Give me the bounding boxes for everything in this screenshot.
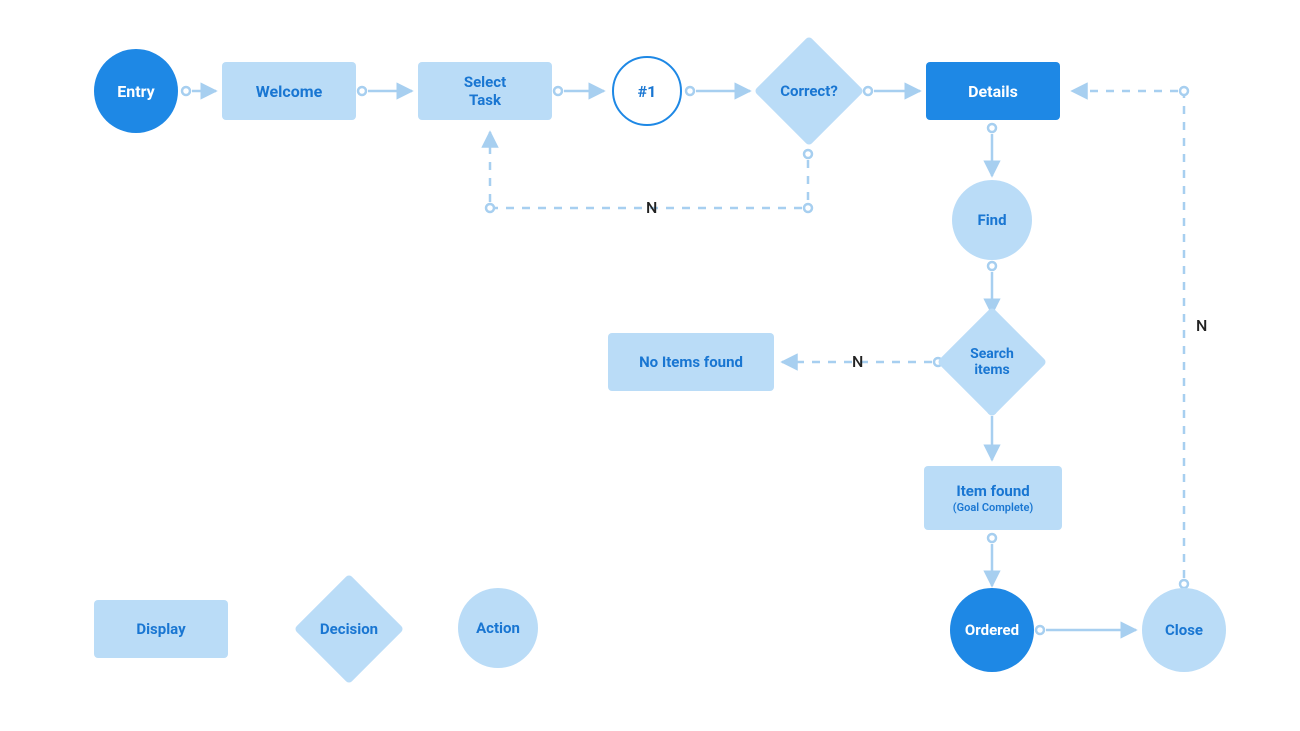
node-correct: Correct? bbox=[770, 52, 848, 130]
edge-label-search-no: N bbox=[852, 352, 863, 371]
edge-label-correct-no: N bbox=[646, 198, 657, 217]
legend-decision: Decision bbox=[310, 590, 388, 668]
node-close: Close bbox=[1142, 588, 1226, 672]
node-details: Details bbox=[926, 62, 1060, 120]
node-ref-1: #1 bbox=[612, 56, 682, 126]
node-welcome: Welcome bbox=[222, 62, 356, 120]
node-entry: Entry bbox=[94, 49, 178, 133]
edge-label-close-no: N bbox=[1196, 316, 1207, 335]
node-select-task: Select Task bbox=[418, 62, 552, 120]
node-find: Find bbox=[952, 180, 1032, 260]
item-found-title: Item found bbox=[956, 482, 1029, 501]
item-found-sub: (Goal Complete) bbox=[953, 501, 1033, 515]
node-ordered: Ordered bbox=[950, 588, 1034, 672]
legend-display: Display bbox=[94, 600, 228, 658]
node-search-items: Search items bbox=[953, 323, 1031, 401]
legend-action: Action bbox=[458, 588, 538, 668]
node-no-items: No Items found bbox=[608, 333, 774, 391]
flowchart-canvas: Entry Welcome Select Task #1 Correct? De… bbox=[0, 0, 1300, 731]
node-item-found: Item found (Goal Complete) bbox=[924, 466, 1062, 530]
